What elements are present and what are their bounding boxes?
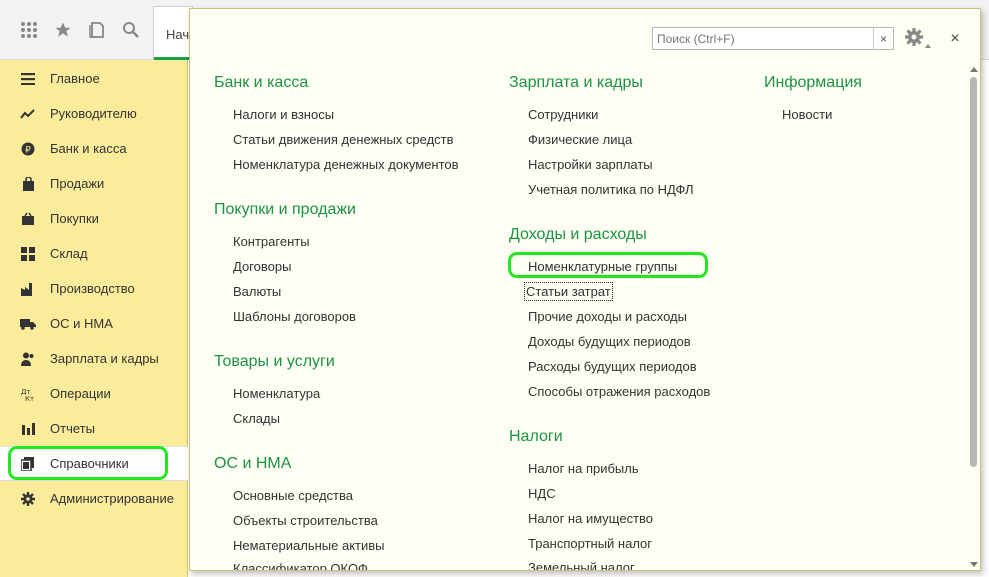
tab-home[interactable]: Нач (153, 6, 193, 60)
sidebar-item-manager[interactable]: Руководителю (0, 96, 188, 131)
sidebar-item-bank[interactable]: ₽ Банк и касса (0, 131, 188, 166)
sidebar-item-administration[interactable]: Администрирование (0, 481, 188, 516)
gear-icon (20, 491, 36, 507)
link-contracts[interactable]: Договоры (233, 259, 291, 274)
sidebar-item-warehouse[interactable]: Склад (0, 236, 188, 271)
trend-icon (20, 106, 36, 122)
section-title-bank: Банк и касса (214, 74, 309, 91)
link-counterparties[interactable]: Контрагенты (233, 234, 310, 249)
link-okof-classifier[interactable]: Классификатор ОКОФ (233, 561, 368, 570)
scroll-down-icon[interactable] (970, 562, 978, 567)
search-icon[interactable] (114, 13, 148, 47)
link-fixed-assets[interactable]: Основные средства (233, 488, 353, 503)
warehouse-grid-icon (20, 246, 36, 262)
sidebar: Главное Руководителю ₽ Банк и касса Прод… (0, 60, 188, 577)
link-land-tax[interactable]: Земельный налог (528, 560, 635, 570)
sidebar-item-salary[interactable]: Зарплата и кадры (0, 341, 188, 376)
link-cash-flow-items[interactable]: Статьи движения денежных средств (233, 132, 454, 147)
sidebar-item-label: Продажи (50, 176, 105, 191)
svg-text:₽: ₽ (25, 145, 31, 155)
sidebar-item-label: Операции (50, 386, 111, 401)
books-icon (20, 456, 36, 472)
sidebar-item-label: Банк и касса (50, 141, 127, 156)
ruble-coin-icon: ₽ (20, 141, 36, 157)
link-individuals[interactable]: Физические лица (528, 132, 632, 147)
section-title-salary: Зарплата и кадры (509, 74, 643, 91)
sidebar-item-main[interactable]: Главное (0, 61, 188, 96)
close-panel-button[interactable]: × (945, 29, 965, 49)
bar-chart-icon (20, 421, 36, 437)
apps-grid-icon[interactable] (12, 13, 46, 47)
svg-text:Кт: Кт (25, 395, 34, 401)
truck-icon (20, 316, 36, 332)
link-other-income-expenses[interactable]: Прочие доходы и расходы (528, 309, 687, 324)
sidebar-item-label: Администрирование (50, 491, 174, 506)
link-construction-objects[interactable]: Объекты строительства (233, 513, 378, 528)
sidebar-item-production[interactable]: Производство (0, 271, 188, 306)
section-title-goods-services: Товары и услуги (214, 353, 335, 370)
link-nomenclature[interactable]: Номенклатура (233, 386, 320, 401)
link-profit-tax[interactable]: Налог на прибыль (528, 461, 639, 476)
sidebar-item-sales[interactable]: Продажи (0, 166, 188, 201)
link-intangible-assets[interactable]: Нематериальные активы (233, 538, 385, 553)
scroll-thumb[interactable] (970, 77, 977, 467)
tab-home-label: Нач (166, 27, 190, 42)
link-salary-settings[interactable]: Настройки зарплаты (528, 157, 653, 172)
section-title-fixed-assets: ОС и НМА (214, 455, 292, 472)
sidebar-item-label: Справочники (50, 456, 129, 471)
link-expense-reflection-methods[interactable]: Способы отражения расходов (528, 384, 710, 399)
search-field[interactable]: × (652, 27, 894, 50)
sidebar-item-label: Покупки (50, 211, 99, 226)
link-cost-items[interactable]: Статьи затрат (524, 282, 613, 301)
link-money-documents-nomenclature[interactable]: Номенклатура денежных документов (233, 157, 459, 172)
sidebar-item-fixed-assets[interactable]: ОС и НМА (0, 306, 188, 341)
link-nomenclature-groups[interactable]: Номенклатурные группы (528, 259, 677, 274)
sidebar-item-label: Производство (50, 281, 135, 296)
menu-lines-icon (20, 71, 36, 87)
link-deferred-expenses[interactable]: Расходы будущих периодов (528, 359, 697, 374)
link-taxes-and-contributions[interactable]: Налоги и взносы (233, 107, 334, 122)
sidebar-item-purchases[interactable]: Покупки (0, 201, 188, 236)
shopping-bag-icon (20, 176, 36, 192)
sidebar-item-label: Склад (50, 246, 88, 261)
link-warehouses[interactable]: Склады (233, 411, 280, 426)
debit-credit-icon: Дт Кт (20, 386, 36, 402)
link-deferred-income[interactable]: Доходы будущих периодов (528, 334, 691, 349)
sidebar-item-reports[interactable]: Отчеты (0, 411, 188, 446)
factory-icon (20, 281, 36, 297)
link-currencies[interactable]: Валюты (233, 284, 281, 299)
section-title-purchases-sales: Покупки и продажи (214, 201, 356, 218)
link-contract-templates[interactable]: Шаблоны договоров (233, 309, 356, 324)
sidebar-item-label: ОС и НМА (50, 316, 113, 331)
section-title-taxes: Налоги (509, 428, 563, 445)
people-icon (20, 351, 36, 367)
section-title-information: Информация (764, 74, 862, 91)
star-icon[interactable] (46, 13, 80, 47)
sidebar-item-operations[interactable]: Дт Кт Операции (0, 376, 188, 411)
search-input[interactable] (653, 28, 873, 49)
history-icon[interactable] (80, 13, 114, 47)
settings-gear-icon[interactable] (903, 26, 933, 52)
clear-search-button[interactable]: × (873, 28, 893, 49)
sidebar-item-label: Главное (50, 71, 100, 86)
panel-scrollbar[interactable] (968, 65, 980, 569)
link-news[interactable]: Новости (782, 107, 832, 122)
link-transport-tax[interactable]: Транспортный налог (528, 536, 652, 551)
sidebar-item-references[interactable]: Справочники (0, 446, 188, 481)
link-vat[interactable]: НДС (528, 486, 556, 501)
toolbar-icons (0, 0, 153, 60)
link-ndfl-accounting-policy[interactable]: Учетная политика по НДФЛ (528, 182, 693, 197)
references-panel: × × Банк и касса Налоги и взносы Статьи … (189, 8, 981, 571)
sidebar-item-label: Отчеты (50, 421, 95, 436)
sidebar-item-label: Зарплата и кадры (50, 351, 159, 366)
scroll-up-icon[interactable] (970, 67, 978, 72)
basket-icon (20, 211, 36, 227)
section-title-income-expenses: Доходы и расходы (509, 226, 647, 243)
link-employees[interactable]: Сотрудники (528, 107, 598, 122)
sidebar-item-label: Руководителю (50, 106, 137, 121)
link-property-tax[interactable]: Налог на имущество (528, 511, 653, 526)
